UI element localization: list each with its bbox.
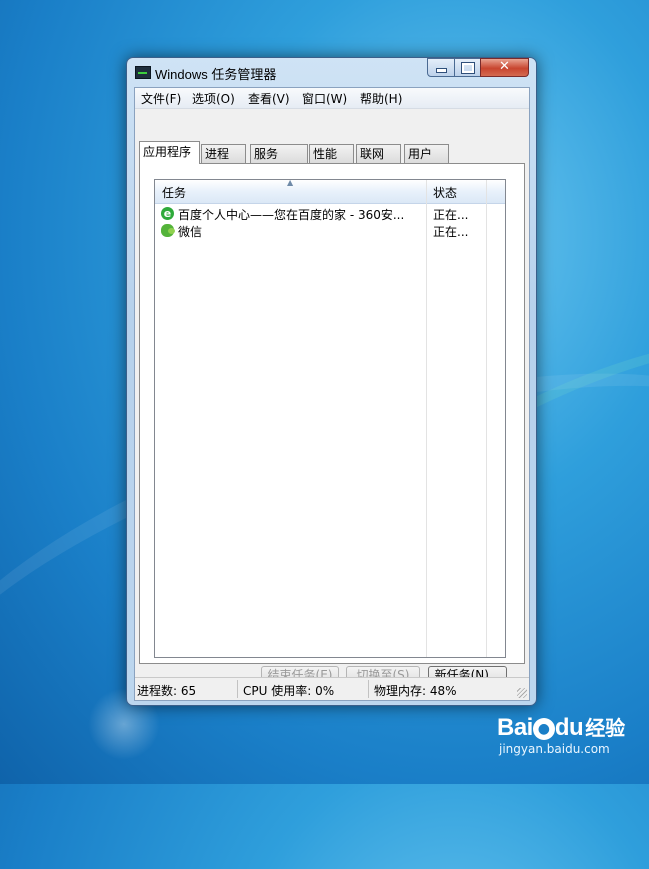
list-item[interactable]: 微信 正在... — [155, 222, 505, 239]
window-title: Windows 任务管理器 — [155, 67, 277, 82]
column-divider — [486, 180, 487, 657]
tab-networking[interactable]: 联网 — [356, 144, 401, 163]
ie-icon: e — [161, 207, 174, 220]
sort-ascending-icon: ▲ — [287, 178, 294, 187]
process-count: 进程数: 65 — [137, 684, 197, 698]
client-area: 文件(F) 选项(O) 查看(V) 窗口(W) 帮助(H) 应用程序 进程 服务… — [134, 87, 530, 701]
task-name: 微信 — [178, 225, 203, 239]
baidu-logo-text: Bai — [497, 714, 533, 741]
status-divider — [368, 680, 369, 698]
tab-performance[interactable]: 性能 — [309, 144, 354, 163]
task-list[interactable]: ▲ 任务 状态 e 百度个人中心——您在百度的家 - 360安... 正在...… — [154, 178, 506, 658]
tab-applications[interactable]: 应用程序 — [139, 141, 200, 164]
task-status: 正在... — [433, 225, 469, 239]
close-icon: ✕ — [499, 59, 510, 74]
baidu-logo-suffix: du — [554, 714, 584, 741]
task-status: 正在... — [433, 208, 469, 222]
tab-processes[interactable]: 进程 — [201, 144, 246, 163]
task-manager-window: Windows 任务管理器 ✕ 文件(F) 选项(O) 查看(V) 窗口(W) … — [126, 57, 537, 706]
resize-grip[interactable] — [517, 688, 527, 698]
maximize-button[interactable] — [454, 58, 481, 77]
minimize-icon — [435, 68, 447, 73]
title-bar[interactable]: Windows 任务管理器 ✕ — [127, 58, 536, 84]
menu-view[interactable]: 查看(V) — [248, 90, 290, 107]
menu-window[interactable]: 窗口(W) — [302, 90, 347, 107]
watermark-url: jingyan.baidu.com — [499, 742, 610, 756]
task-manager-icon — [135, 66, 151, 79]
wechat-icon — [161, 224, 175, 237]
close-button[interactable]: ✕ — [480, 58, 529, 77]
baidu-jingyan-watermark: Bai ● du 经验 jingyan.baidu.com — [497, 712, 625, 756]
maximize-icon — [460, 62, 475, 74]
menu-file[interactable]: 文件(F) — [141, 90, 181, 107]
jingyan-label: 经验 — [585, 716, 626, 740]
minimize-button[interactable] — [427, 58, 455, 77]
list-header: ▲ 任务 状态 — [155, 178, 505, 204]
physical-memory: 物理内存: 48% — [374, 684, 457, 698]
status-divider — [237, 680, 238, 698]
baidu-paw-icon: ● — [532, 718, 555, 740]
status-bar: 进程数: 65 CPU 使用率: 0% 物理内存: 48% — [135, 677, 529, 700]
menu-bar: 文件(F) 选项(O) 查看(V) 窗口(W) 帮助(H) — [135, 88, 529, 109]
menu-options[interactable]: 选项(O) — [192, 90, 235, 107]
column-divider — [426, 180, 427, 657]
list-item[interactable]: e 百度个人中心——您在百度的家 - 360安... 正在... — [155, 205, 505, 222]
cpu-usage: CPU 使用率: 0% — [243, 684, 335, 698]
menu-help[interactable]: 帮助(H) — [360, 90, 402, 107]
column-header-task[interactable]: 任务 — [162, 184, 186, 201]
task-name: 百度个人中心——您在百度的家 - 360安... — [178, 208, 405, 222]
tab-users[interactable]: 用户 — [404, 144, 449, 163]
column-header-status[interactable]: 状态 — [433, 184, 457, 201]
tab-services[interactable]: 服务 — [250, 144, 308, 163]
